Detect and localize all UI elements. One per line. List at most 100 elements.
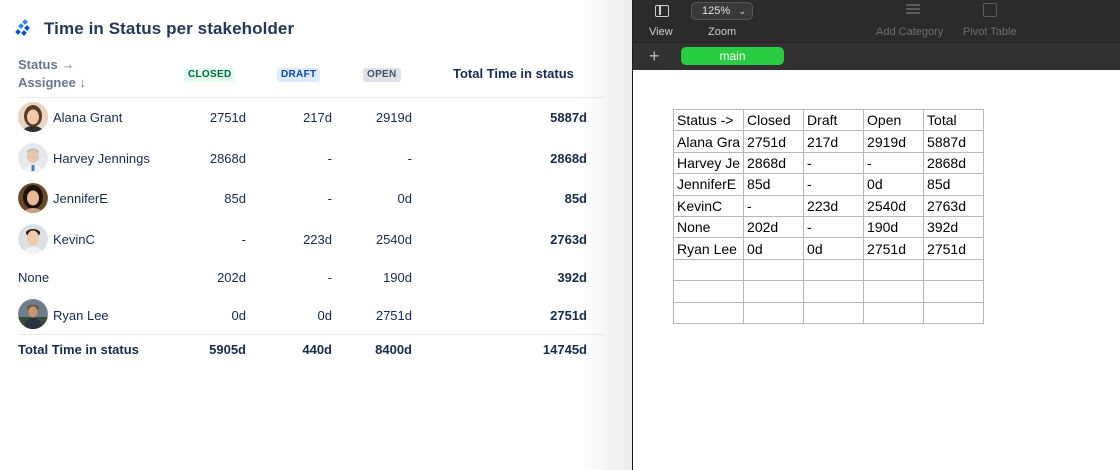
sheet-cell[interactable]: 2540d <box>863 194 925 217</box>
sheet-cell[interactable] <box>803 280 865 303</box>
sheet-cell[interactable]: - <box>863 151 925 175</box>
sheet-cell[interactable]: 2751d <box>743 130 805 153</box>
sheet-cell[interactable] <box>803 258 865 282</box>
assignee-column-header[interactable]: Assignee ↓ <box>18 75 86 90</box>
assignee-name: KevinC <box>53 232 95 247</box>
sheet-cell[interactable]: JenniferE <box>672 173 745 196</box>
sheet-cell[interactable]: 0d <box>803 237 865 260</box>
chevron-down-icon: ⌄ <box>738 6 746 16</box>
add-sheet-button[interactable]: + <box>649 45 660 67</box>
sheet-cell[interactable]: 85d <box>743 173 805 196</box>
sheet-cell[interactable]: 5887d <box>923 130 985 153</box>
sheet-cell[interactable]: - <box>743 194 805 217</box>
sheet-cell[interactable]: Harvey Je <box>672 151 745 175</box>
sheet-cell[interactable]: 202d <box>743 215 805 239</box>
closed-time: 2751d <box>209 110 246 125</box>
status-column-header[interactable]: Status → <box>18 57 74 72</box>
sheet-cell[interactable]: 2868d <box>743 151 805 175</box>
sheet-cell[interactable] <box>923 280 985 303</box>
sheet-cell[interactable]: - <box>803 173 865 196</box>
zoom-select[interactable]: 125% ⌄ <box>691 2 753 20</box>
total-row-label: Total Time in status <box>18 342 139 357</box>
sheet-row: Harvey Je 2868d - -2868d <box>672 151 985 175</box>
sheet-cell[interactable]: Status -> <box>672 108 745 132</box>
open-total: 8400d <box>375 342 412 357</box>
sheet-cell[interactable] <box>743 280 805 303</box>
list-icon <box>906 4 920 16</box>
view-button[interactable]: View <box>633 0 691 42</box>
sheet-cell[interactable] <box>672 301 745 324</box>
closed-status-lozenge: CLOSED <box>184 68 236 82</box>
draft-time: 0d <box>317 308 332 323</box>
draft-time: 223d <box>303 232 332 247</box>
sheet-row: JenniferE 85d -0d 85d <box>672 173 985 196</box>
draft-time: - <box>327 270 332 285</box>
sheet-cell[interactable]: KevinC <box>672 194 745 217</box>
closed-time: 2868d <box>209 151 246 166</box>
sheet-cell[interactable]: Open <box>863 108 925 132</box>
sidebar-view-icon <box>655 5 669 17</box>
report-title: Time in Status per stakeholder <box>44 19 295 38</box>
sheet-cell[interactable]: Draft <box>803 108 865 132</box>
sheet-cell[interactable]: Total <box>923 108 985 132</box>
sheet-cell[interactable] <box>672 258 745 282</box>
table-row: Ryan Lee 0d 0d 2751d 2751d <box>0 295 610 335</box>
sheet-cell[interactable]: 0d <box>743 237 805 260</box>
sheet-cell[interactable]: 223d <box>803 194 865 217</box>
sheet-cell[interactable] <box>923 258 985 282</box>
closed-time: 85d <box>224 191 246 206</box>
sheet-cell[interactable]: 85d <box>923 173 985 196</box>
table-row: JenniferE 85d - 0d 85d <box>0 178 610 218</box>
open-time: 190d <box>383 270 412 285</box>
draft-total: 440d <box>302 342 332 357</box>
sheet-row <box>672 301 985 324</box>
closed-total: 5905d <box>209 342 246 357</box>
sheet-cell[interactable]: - <box>803 215 865 239</box>
sheet-cell[interactable]: 2919d <box>863 130 925 153</box>
pivot-table-icon <box>983 3 997 17</box>
spreadsheet-table[interactable]: Status -> Closed Draft Open Total Alana Gra 27… <box>672 108 985 324</box>
assignee-name: Alana Grant <box>53 110 123 125</box>
view-label: View <box>649 26 673 38</box>
sheet-cell[interactable]: Closed <box>743 108 805 132</box>
numbers-window: View 125% ⌄ Zoom Add Category Pivot Tabl… <box>632 0 1120 470</box>
sheet-cell[interactable] <box>672 280 745 303</box>
sheet-cell[interactable]: Alana Gra <box>672 130 745 153</box>
sheet-cell[interactable]: 190d <box>863 215 925 239</box>
sheet-cell[interactable]: 0d <box>863 173 925 196</box>
sheet-cell[interactable]: None <box>672 215 745 239</box>
sheet-cell[interactable] <box>923 301 985 324</box>
table-row: Alana Grant 2751d 217d 2919d 5887d <box>0 97 610 137</box>
sheet-cell[interactable]: Ryan Lee <box>672 237 745 260</box>
sheet-cell[interactable]: 2751d <box>863 237 925 260</box>
sheet-cell[interactable] <box>863 280 925 303</box>
draft-time: - <box>327 191 332 206</box>
sheet-cell[interactable]: 2751d <box>923 237 985 260</box>
sheet-cell[interactable]: - <box>803 151 865 175</box>
closed-time: 0d <box>231 308 246 323</box>
zoom-label: Zoom <box>708 26 737 38</box>
sheet-cell[interactable] <box>743 258 805 282</box>
sheet-row: Status -> Closed Draft Open Total <box>672 108 985 132</box>
sheet-row <box>672 280 985 303</box>
open-time: 2540d <box>375 232 412 247</box>
sheet-tab-main[interactable]: main <box>681 47 784 65</box>
sheet-cell[interactable]: 2868d <box>923 151 985 175</box>
assignee-name: Ryan Lee <box>53 308 109 323</box>
sheet-cell[interactable]: 392d <box>923 215 985 239</box>
sheet-row: KevinC -223d 2540d 2763d <box>672 194 985 217</box>
sheet-cell[interactable]: 217d <box>803 130 865 153</box>
open-status-lozenge: OPEN <box>363 68 401 82</box>
add-category-button[interactable]: Add Category <box>876 26 943 38</box>
draft-time: 217d <box>303 110 332 125</box>
sheet-row: Ryan Lee 0d 0d 2751d 2751d <box>672 237 985 260</box>
sheet-cell[interactable]: 2763d <box>923 194 985 217</box>
pivot-table-button[interactable]: Pivot Table <box>963 26 1017 38</box>
assignee-name: Harvey Jennings <box>53 151 150 166</box>
table-row: KevinC - 223d 2540d 2763d <box>0 219 610 259</box>
open-time: 2751d <box>375 308 412 323</box>
sheet-cell[interactable] <box>803 301 865 324</box>
sheet-cell[interactable] <box>863 301 925 324</box>
sheet-cell[interactable] <box>863 258 925 282</box>
sheet-cell[interactable] <box>743 301 805 324</box>
